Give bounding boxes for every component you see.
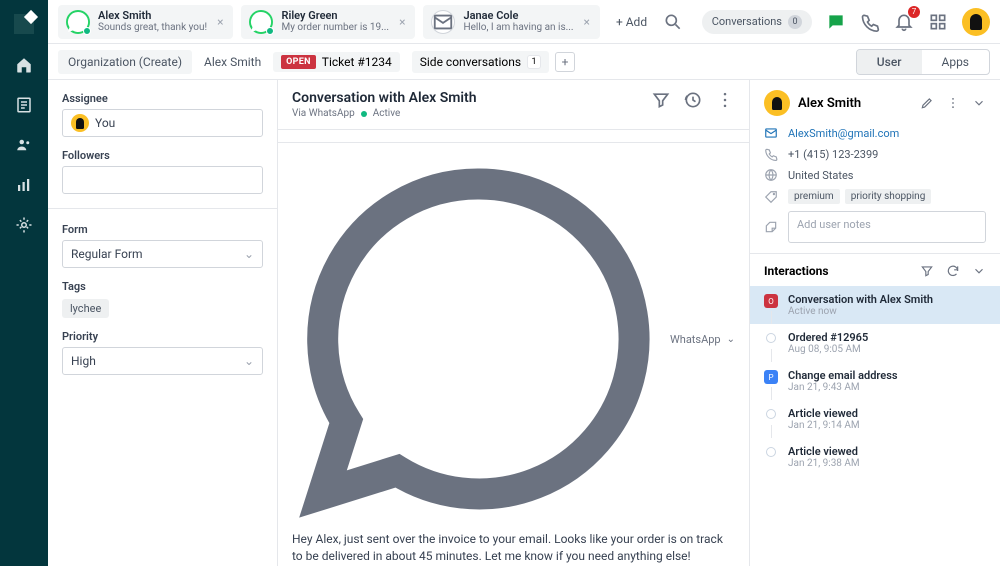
- tab-preview: Sounds great, thank you!: [98, 22, 207, 33]
- edit-icon[interactable]: [920, 96, 934, 110]
- form-label: Form: [62, 223, 263, 236]
- avatar: [764, 90, 790, 116]
- reply-channel-select[interactable]: WhatsApp⌄: [292, 153, 735, 525]
- brand-logo: [14, 14, 34, 34]
- interactions-list: OConversation with Alex SmithActive now …: [750, 286, 1000, 476]
- conversations-pill[interactable]: Conversations0: [702, 10, 812, 34]
- conversation-status: Active: [373, 108, 401, 119]
- user-notes-row: Add user notes: [764, 211, 986, 243]
- user-name: Alex Smith: [798, 96, 912, 111]
- breadcrumb-ticket[interactable]: OPENTicket #1234: [273, 52, 400, 72]
- priority-label: Priority: [62, 330, 263, 343]
- add-button[interactable]: + Add: [608, 11, 655, 33]
- conversation-channel: Via WhatsApp: [292, 108, 355, 119]
- tab-preview: My order number is 19...: [281, 22, 389, 33]
- reply-textarea[interactable]: Hey Alex, just sent over the invoice to …: [292, 531, 735, 566]
- nav-rail: [0, 0, 48, 566]
- close-icon[interactable]: ×: [215, 15, 225, 29]
- side-conversations[interactable]: Side conversations1: [412, 51, 549, 73]
- tab-title: Janae Cole: [463, 10, 573, 22]
- filter-icon[interactable]: [651, 90, 671, 110]
- search-icon[interactable]: [663, 12, 683, 32]
- analytics-icon[interactable]: [15, 176, 33, 194]
- interaction-item[interactable]: Ordered #12965Aug 08, 9:05 AM: [750, 324, 1000, 362]
- user-email[interactable]: AlexSmith@gmail.com: [764, 126, 986, 140]
- docs-icon[interactable]: [15, 96, 33, 114]
- profile-avatar[interactable]: [962, 8, 990, 36]
- user-location: United States: [764, 168, 986, 182]
- toggle-user[interactable]: User: [857, 50, 922, 74]
- assignee-field[interactable]: You: [62, 109, 263, 137]
- tab-alex-smith[interactable]: Alex SmithSounds great, thank you! ×: [58, 5, 233, 39]
- tab-janae-cole[interactable]: Janae ColeHello, I am having an is... ×: [423, 5, 599, 39]
- interactions-title: Interactions: [764, 264, 920, 278]
- history-icon[interactable]: [683, 90, 703, 110]
- form-select[interactable]: Regular Form: [62, 240, 263, 268]
- followers-label: Followers: [62, 149, 263, 162]
- breadcrumb-user[interactable]: Alex Smith: [194, 50, 271, 74]
- interaction-item[interactable]: PChange email addressJan 21, 9:43 AM: [750, 362, 1000, 400]
- settings-icon[interactable]: [15, 216, 33, 234]
- tab-title: Riley Green: [281, 10, 389, 22]
- users-icon[interactable]: [15, 136, 33, 154]
- conversation-panel: Conversation with Alex Smith Via WhatsAp…: [278, 80, 750, 566]
- phone-icon[interactable]: [860, 12, 880, 32]
- followers-field[interactable]: [62, 166, 263, 194]
- tab-preview: Hello, I am having an is...: [463, 22, 573, 33]
- user-phone: +1 (415) 123-2399: [764, 147, 986, 161]
- interaction-item[interactable]: Article viewedJan 21, 9:14 AM: [750, 400, 1000, 438]
- refresh-icon[interactable]: [946, 264, 960, 278]
- chevron-down-icon[interactable]: [972, 96, 986, 110]
- top-bar: Alex SmithSounds great, thank you! × Ril…: [48, 0, 1000, 44]
- filter-icon[interactable]: [920, 264, 934, 278]
- home-icon[interactable]: [15, 56, 33, 74]
- right-panel-toggle: User Apps: [856, 49, 990, 75]
- priority-select[interactable]: High: [62, 347, 263, 375]
- apps-icon[interactable]: [928, 12, 948, 32]
- chevron-down-icon[interactable]: [972, 264, 986, 278]
- interaction-item[interactable]: OConversation with Alex SmithActive now: [750, 286, 1000, 324]
- tag-chip[interactable]: lychee: [62, 299, 109, 318]
- chat-icon[interactable]: [826, 12, 846, 32]
- tab-riley-green[interactable]: Riley GreenMy order number is 19... ×: [241, 5, 415, 39]
- close-icon[interactable]: ×: [397, 15, 407, 29]
- notes-input[interactable]: Add user notes: [788, 211, 986, 243]
- interaction-item[interactable]: Article viewedJan 21, 9:38 AM: [750, 438, 1000, 476]
- tab-title: Alex Smith: [98, 10, 207, 22]
- user-tags: premiumpriority shopping: [764, 189, 986, 204]
- toggle-apps[interactable]: Apps: [922, 50, 990, 74]
- tags-label: Tags: [62, 280, 263, 293]
- bell-icon[interactable]: 7: [894, 12, 914, 32]
- context-bar: Organization (Create) Alex Smith OPENTic…: [48, 44, 1000, 80]
- more-icon[interactable]: [715, 90, 735, 110]
- assignee-label: Assignee: [62, 92, 263, 105]
- breadcrumb-org[interactable]: Organization (Create): [58, 50, 192, 74]
- message-thread[interactable]: Hey Alex, we've gone ahead and updated y…: [278, 130, 749, 142]
- user-panel: Alex Smith AlexSmith@gmail.com +1 (415) …: [750, 80, 1000, 566]
- add-side-conversation[interactable]: +: [555, 52, 575, 72]
- more-icon[interactable]: [946, 96, 960, 110]
- close-icon[interactable]: ×: [582, 15, 592, 29]
- conversation-title: Conversation with Alex Smith: [292, 90, 651, 106]
- ticket-properties: Assignee You Followers Form Regular Form…: [48, 80, 278, 566]
- reply-composer[interactable]: WhatsApp⌄ Hey Alex, just sent over the i…: [278, 142, 749, 566]
